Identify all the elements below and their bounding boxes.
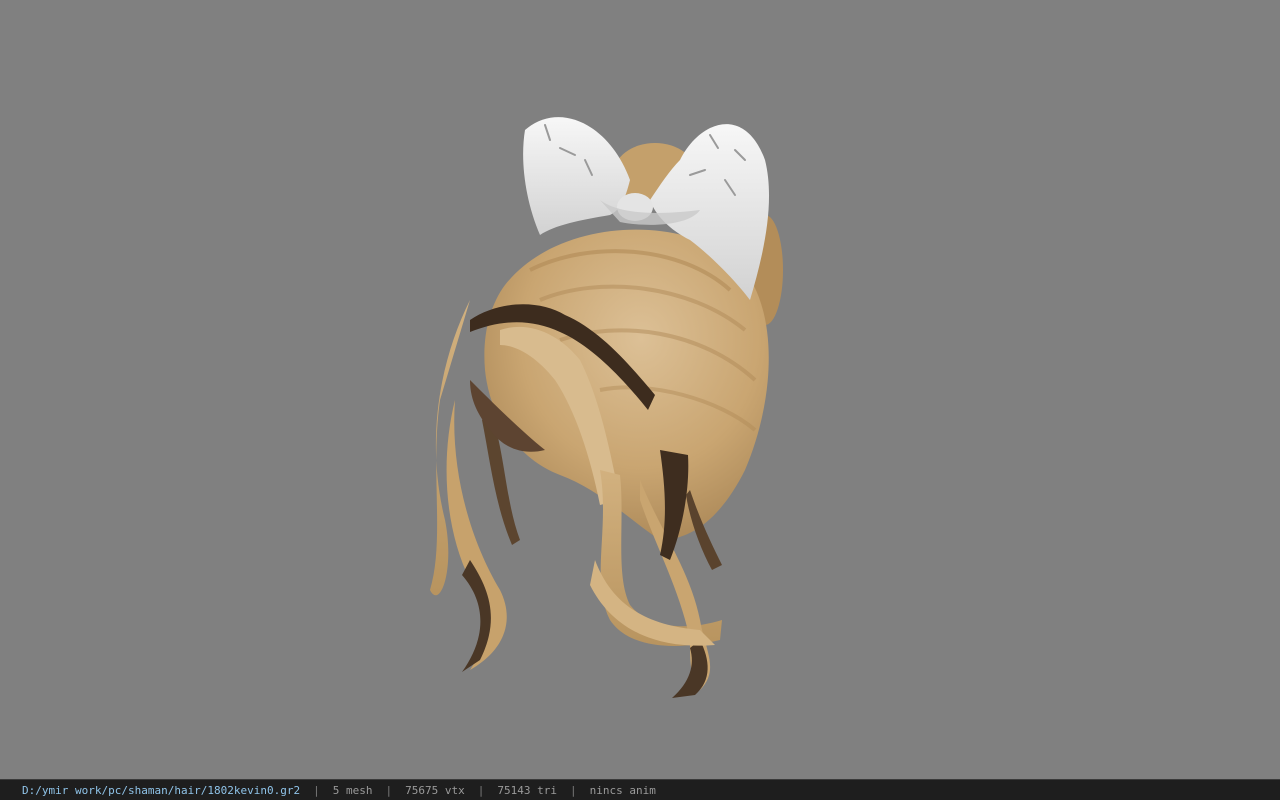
separator: | — [570, 783, 577, 797]
status-bar: D:/ymir work/pc/shaman/hair/1802kevin0.g… — [0, 779, 1280, 800]
separator: | — [477, 783, 485, 797]
separator: | — [313, 783, 320, 797]
separator: | — [385, 783, 393, 797]
file-path: D:/ymir work/pc/shaman/hair/1802kevin0.g… — [22, 783, 301, 797]
animation-status: nincs anim — [589, 783, 656, 797]
3d-viewport[interactable] — [0, 0, 1280, 779]
mesh-count: 5 mesh — [332, 783, 373, 797]
triangle-count: 75143 tri — [497, 783, 557, 797]
hair-model-icon — [430, 117, 783, 698]
vertex-count: 75675 vtx — [405, 783, 465, 797]
